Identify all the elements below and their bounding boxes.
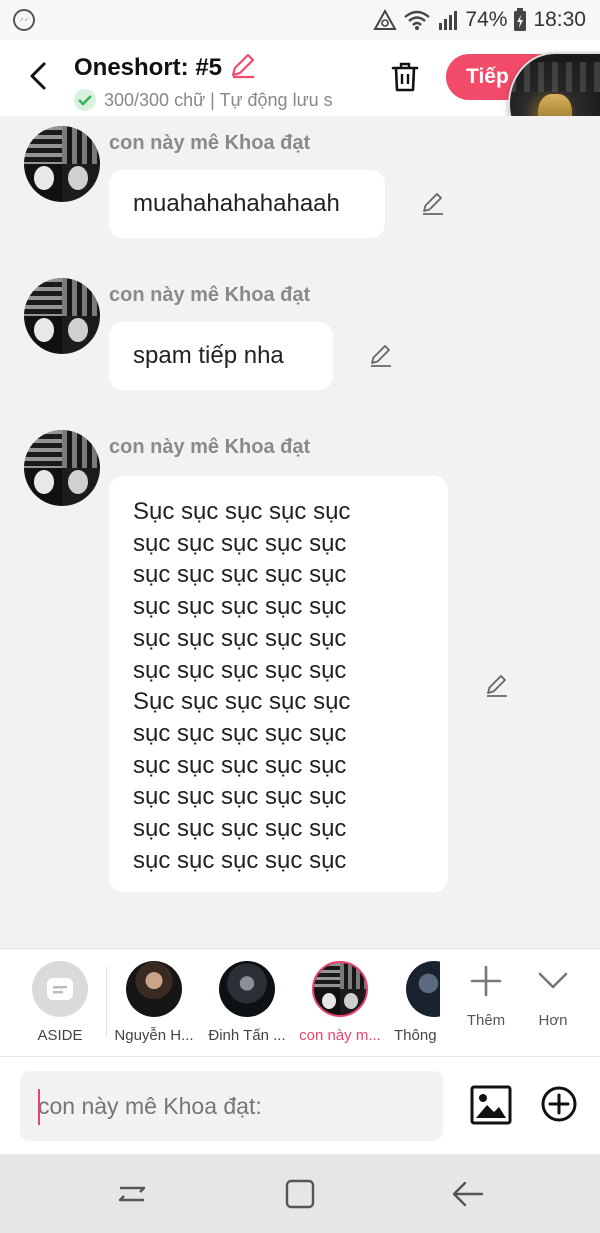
more-label: Thêm [466,1012,506,1029]
message-bubble[interactable]: spam tiếp nha [109,322,333,390]
insert-image-button[interactable] [470,1085,512,1127]
chevron-down-icon [538,972,568,989]
message-bubble[interactable]: Sục sục sục sục sục sục sục sục sục sục … [109,476,448,892]
save-status: 300/300 chữ | Tự động lưu s [104,89,333,110]
character-item[interactable]: Thông [390,961,440,1044]
message-text: Sục sục sục sục sục sục sục sục sục sục … [133,498,351,874]
pencil-icon [423,193,443,215]
character-item[interactable]: Nguyễn H... [111,961,197,1044]
battery-percent: 74% [465,8,508,31]
edit-message-button[interactable] [482,670,512,700]
avatar [219,961,275,1017]
image-icon [470,1085,512,1125]
expand-label: Hơn [538,1012,568,1029]
clock: 18:30 [533,8,586,31]
avatar[interactable] [24,430,100,506]
chevron-left-icon [30,62,46,90]
plus-icon [470,965,502,997]
message-bubble[interactable]: muahahahahahaah [109,170,385,238]
trash-icon [391,62,419,92]
system-nav-bar [0,1154,600,1233]
composer [0,1056,600,1154]
sender-name: con này mê Khoa đạt [109,132,311,154]
delete-button[interactable] [386,58,424,96]
signal-icon [437,9,459,31]
back-arrow-icon [452,1181,484,1207]
expand-button[interactable]: Hơn [523,963,583,1029]
avatar [312,961,368,1017]
sender-name: con này mê Khoa đạt [109,284,311,306]
recent-apps-icon [118,1186,146,1202]
pencil-icon [487,675,507,697]
message-input[interactable] [20,1071,443,1141]
avatar [126,961,182,1017]
edit-message-button[interactable] [418,188,448,218]
character-label: Thông [394,1027,437,1044]
text-cursor [38,1089,40,1125]
character-item[interactable]: Đinh Tấn ... [204,961,290,1044]
recent-apps-button[interactable] [114,1176,150,1212]
character-selector: ASIDE Nguyễn H... Đinh Tấn ... con này m… [0,948,600,1056]
edit-title-icon[interactable] [228,50,258,85]
home-button[interactable] [282,1176,318,1212]
add-attachment-button[interactable] [540,1085,578,1123]
data-saver-icon [373,9,398,31]
battery-icon [513,8,527,32]
character-label: Đinh Tấn ... [208,1027,286,1044]
avatar[interactable] [24,126,100,202]
chat-area[interactable]: con này mê Khoa đạt muahahahahahaah con … [0,116,600,948]
back-nav-button[interactable] [450,1176,486,1212]
home-icon [285,1179,315,1209]
character-label: ASIDE [37,1027,83,1044]
pencil-icon [371,345,391,367]
aside-icon [32,961,88,1017]
plus-circle-icon [541,1086,577,1122]
status-bar: 74% 18:30 [0,0,600,40]
character-item-selected[interactable]: con này m... [297,961,383,1044]
sender-name: con này mê Khoa đạt [109,436,311,458]
character-label: Nguyễn H... [114,1027,194,1044]
back-button[interactable] [18,54,58,98]
avatar[interactable] [24,278,100,354]
avatar [406,961,440,1017]
edit-message-button[interactable] [366,340,396,370]
divider [106,967,107,1037]
character-label: con này m... [299,1027,381,1044]
message-text: muahahahahahaah [133,190,340,217]
message-text: spam tiếp nha [133,342,284,369]
wifi-icon [403,9,431,31]
saved-check-icon [74,89,96,111]
story-title: Oneshort: #5 [74,53,223,81]
character-aside[interactable]: ASIDE [17,961,103,1044]
messenger-icon [12,8,36,32]
add-character-button[interactable]: Thêm [456,963,516,1029]
